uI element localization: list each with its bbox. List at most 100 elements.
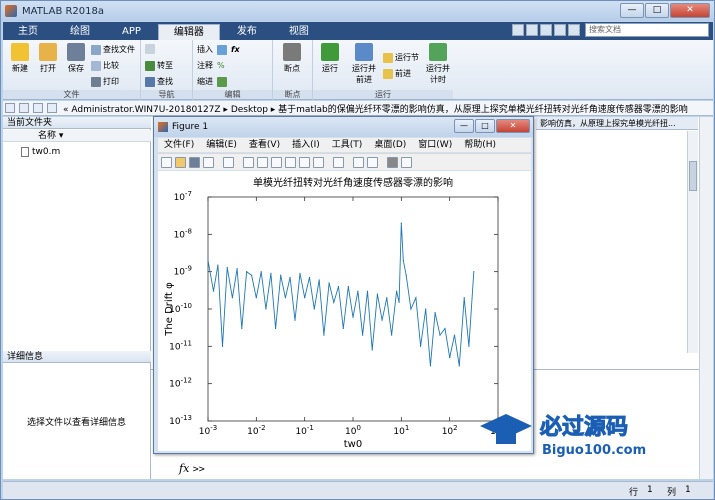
menu-desktop[interactable]: 桌面(D) bbox=[374, 138, 406, 152]
hide-tools-icon[interactable] bbox=[387, 156, 398, 168]
data-point bbox=[405, 274, 407, 276]
undo-quick-icon[interactable] bbox=[540, 24, 552, 36]
breakpoints-button[interactable]: 断点 bbox=[279, 43, 305, 74]
zoom-out-icon[interactable] bbox=[257, 156, 268, 168]
edit-group: 插入 fx 注释% 缩进 编辑 bbox=[193, 40, 273, 100]
row-value: 1 bbox=[647, 485, 653, 495]
new-button[interactable]: 新建 bbox=[7, 43, 33, 74]
tab-home[interactable]: 主页 bbox=[3, 24, 53, 40]
plot-svg: 单模光纤扭转对光纤角速度传感器零漂的影响 10-3 10-2 10-1 100 101 10… bbox=[164, 176, 506, 450]
find-button[interactable]: 查找 bbox=[145, 76, 173, 87]
close-button[interactable]: ✕ bbox=[670, 3, 710, 18]
print-button[interactable]: 打印 bbox=[91, 76, 119, 87]
data-point bbox=[453, 334, 456, 336]
menu-file[interactable]: 文件(F) bbox=[164, 138, 194, 152]
data-point bbox=[328, 282, 330, 284]
data-point bbox=[357, 290, 359, 292]
data-point bbox=[371, 349, 373, 351]
goto-button[interactable]: 转至 bbox=[145, 60, 173, 71]
data-cursor-icon[interactable] bbox=[299, 156, 310, 168]
data-point bbox=[226, 266, 228, 269]
brush-icon[interactable] bbox=[313, 156, 324, 168]
pan-icon[interactable] bbox=[271, 156, 282, 168]
open-button[interactable]: 打开 bbox=[35, 43, 61, 74]
browse-icon[interactable] bbox=[47, 103, 57, 113]
data-point bbox=[304, 297, 306, 299]
save-figure-icon[interactable] bbox=[189, 156, 200, 168]
comment-button[interactable]: 注释% bbox=[197, 60, 225, 71]
print-figure-icon[interactable] bbox=[203, 156, 214, 168]
menu-tools[interactable]: 工具(T) bbox=[332, 138, 363, 152]
data-point bbox=[294, 319, 296, 321]
run-time-button[interactable]: 运行并计时 bbox=[423, 43, 453, 85]
figure-menu-bar: 文件(F) 编辑(E) 查看(V) 插入(I) 工具(T) 桌面(D) 窗口(W… bbox=[158, 138, 531, 152]
maximize-button[interactable]: □ bbox=[645, 3, 669, 18]
data-point bbox=[386, 297, 388, 299]
name-column-header[interactable]: 名称 ▾ bbox=[3, 130, 151, 142]
fx-prompt-icon: fx bbox=[179, 462, 190, 475]
dock-icon[interactable] bbox=[401, 156, 412, 168]
new-figure-icon[interactable] bbox=[161, 156, 172, 168]
search-input[interactable]: 搜索文档 bbox=[585, 23, 709, 37]
data-point bbox=[468, 345, 470, 347]
figure-minimize-button[interactable]: — bbox=[454, 119, 474, 133]
tab-view[interactable]: 视图 bbox=[274, 24, 324, 40]
back-icon[interactable] bbox=[5, 103, 15, 113]
colorbar-icon[interactable] bbox=[353, 156, 364, 168]
data-point bbox=[260, 271, 262, 273]
run-button[interactable]: 运行 bbox=[317, 43, 343, 74]
menu-edit[interactable]: 编辑(E) bbox=[206, 138, 237, 152]
file-item[interactable]: tw0.m bbox=[21, 147, 60, 157]
data-point bbox=[463, 297, 465, 299]
tab-plots[interactable]: 绘图 bbox=[55, 24, 105, 40]
tab-editor[interactable]: 编辑器 bbox=[157, 24, 220, 40]
legend-icon[interactable] bbox=[367, 156, 378, 168]
figure-close-button[interactable]: ✕ bbox=[496, 119, 530, 133]
data-point bbox=[439, 334, 441, 336]
folder-icon[interactable] bbox=[33, 103, 43, 113]
breakpoint-icon bbox=[283, 43, 301, 61]
save-button[interactable]: 保存 bbox=[63, 43, 89, 74]
advance-button[interactable]: 前进 bbox=[383, 68, 411, 79]
data-point bbox=[299, 272, 301, 274]
current-folder-panel: 当前文件夹 名称 ▾ tw0.m bbox=[3, 117, 151, 351]
save-quick-icon[interactable] bbox=[512, 24, 524, 36]
editor-scrollbar[interactable] bbox=[687, 131, 698, 353]
zoom-in-icon[interactable] bbox=[243, 156, 254, 168]
navigate-group: 转至 查找 导航 bbox=[141, 40, 193, 100]
tab-apps[interactable]: APP bbox=[107, 24, 156, 40]
menu-help[interactable]: 帮助(H) bbox=[464, 138, 496, 152]
figure-maximize-button[interactable]: □ bbox=[475, 119, 495, 133]
fx-icon: fx bbox=[231, 45, 240, 54]
menu-view[interactable]: 查看(V) bbox=[249, 138, 280, 152]
scrollbar-thumb[interactable] bbox=[689, 161, 697, 191]
run-advance-button[interactable]: 运行并前进 bbox=[349, 43, 379, 85]
forward-icon[interactable] bbox=[19, 103, 29, 113]
data-point bbox=[280, 274, 282, 276]
minimize-button[interactable]: — bbox=[620, 3, 644, 18]
cut-quick-icon[interactable] bbox=[526, 24, 538, 36]
insert-button[interactable]: 插入 fx bbox=[197, 44, 240, 55]
tab-publish[interactable]: 发布 bbox=[222, 24, 272, 40]
menu-window[interactable]: 窗口(W) bbox=[418, 138, 452, 152]
compare-button[interactable]: 比较 bbox=[91, 60, 119, 71]
pointer-icon[interactable] bbox=[223, 156, 234, 168]
find-files-button[interactable]: 查找文件 bbox=[91, 44, 135, 55]
help-quick-icon[interactable] bbox=[568, 24, 580, 36]
indent-button[interactable]: 缩进 bbox=[197, 76, 229, 87]
open-file-icon[interactable] bbox=[175, 156, 186, 168]
y-tick-label: 10-9 bbox=[174, 265, 192, 278]
link-icon[interactable] bbox=[333, 156, 344, 168]
redo-quick-icon[interactable] bbox=[554, 24, 566, 36]
data-point bbox=[323, 334, 325, 336]
run-section-button[interactable]: 运行节 bbox=[383, 52, 419, 63]
data-point bbox=[333, 301, 335, 304]
rotate-icon[interactable] bbox=[285, 156, 296, 168]
address-bar: « Administrator.WIN7U-20180127Z ▸ Deskto… bbox=[3, 101, 713, 116]
menu-insert[interactable]: 插入(I) bbox=[292, 138, 320, 152]
data-point bbox=[313, 308, 315, 310]
editor-tab[interactable]: 影响仿真，从原理上探究单模光纤扭... bbox=[536, 117, 698, 130]
app-title: MATLAB R2018a bbox=[22, 5, 105, 17]
current-path[interactable]: « Administrator.WIN7U-20180127Z ▸ Deskto… bbox=[63, 102, 688, 115]
star-icon[interactable] bbox=[145, 44, 157, 54]
